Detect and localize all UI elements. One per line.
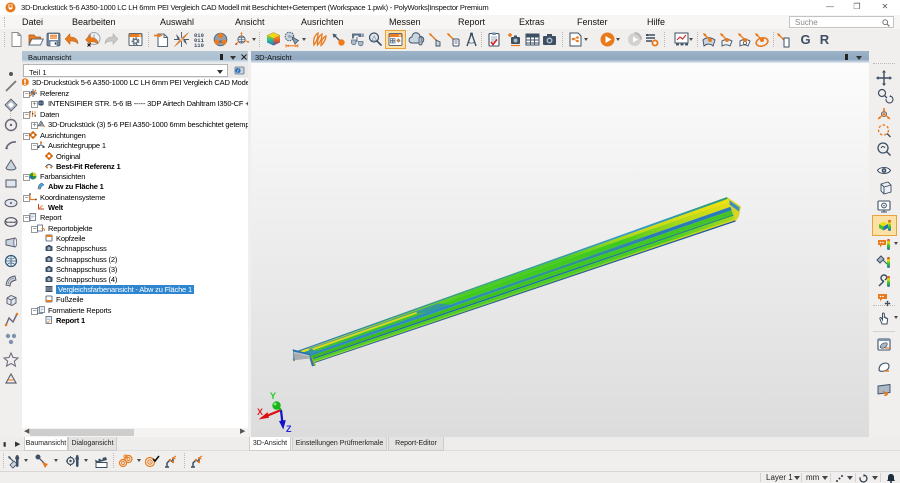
svg-text:110: 110 [194,42,204,49]
svg-text:Z: Z [286,424,292,434]
svg-text:△: △ [371,35,377,42]
svg-text:R: R [819,32,829,47]
svg-text:X: X [257,407,263,417]
svg-text:Y: Y [270,391,276,401]
svg-text:G: G [800,32,810,47]
